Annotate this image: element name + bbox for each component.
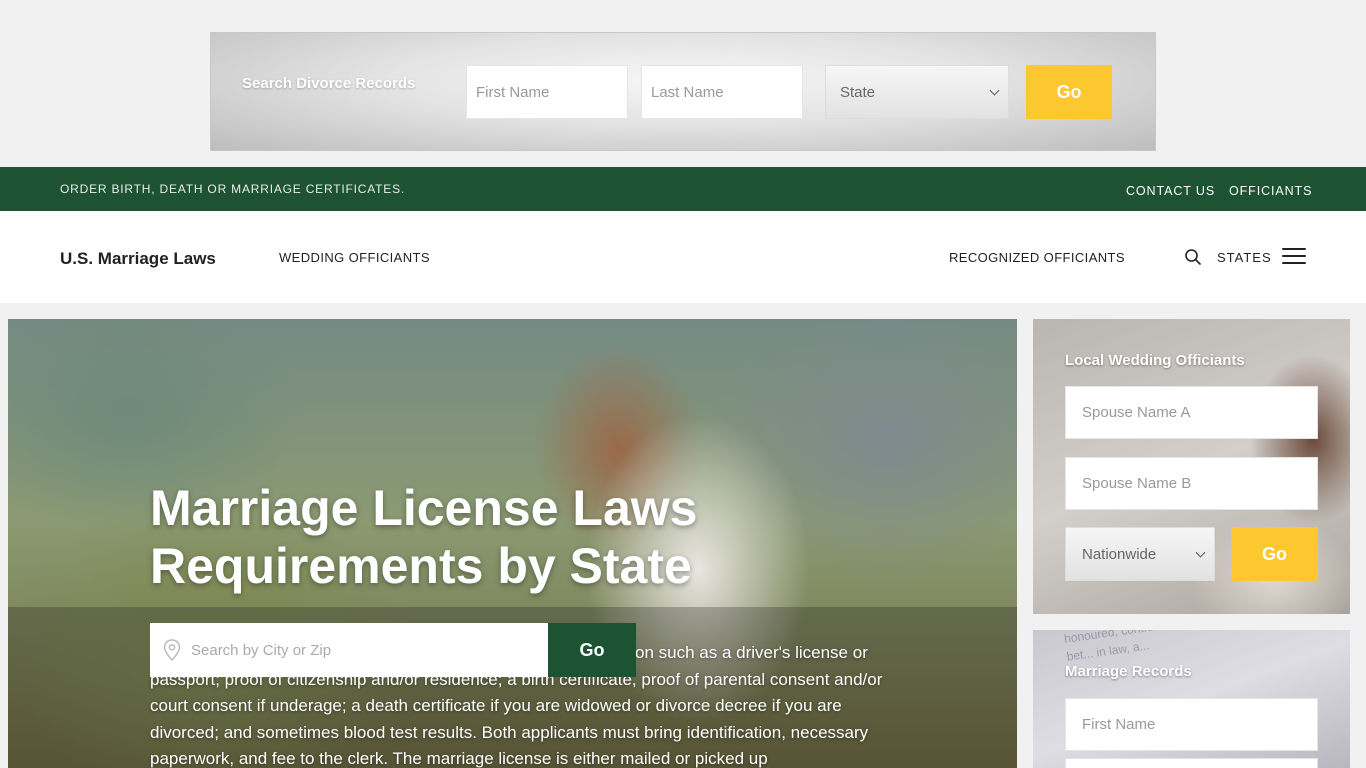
officiants-go-button[interactable]: Go (1231, 527, 1318, 581)
certificates-promo-link[interactable]: ORDER BIRTH, DEATH OR MARRIAGE CERTIFICA… (60, 182, 405, 196)
hero-title: Marriage License Laws Requirements by St… (150, 479, 750, 595)
divorce-search-banner: Search Divorce Records First Name Last N… (210, 32, 1156, 151)
nav-states[interactable]: STATES (1217, 250, 1272, 265)
top-utility-bar: ORDER BIRTH, DEATH OR MARRIAGE CERTIFICA… (0, 167, 1366, 211)
divorce-search-label: Search Divorce Records (242, 75, 416, 92)
nav-wedding-officiants[interactable]: WEDDING OFFICIANTS (279, 250, 430, 265)
location-value: Nationwide (1082, 545, 1157, 563)
main-nav: U.S. Marriage Laws WEDDING OFFICIANTS RE… (0, 211, 1366, 303)
chevron-down-icon (989, 85, 1000, 96)
officiants-card-title: Local Wedding Officiants (1065, 352, 1245, 369)
divorce-first-name-input[interactable]: First Name (466, 65, 628, 119)
records-background-text: honoured, contract is required to ... is… (1063, 630, 1338, 664)
marriage-records-card: honoured, contract is required to ... is… (1033, 630, 1350, 768)
map-pin-icon (163, 639, 181, 661)
hero-section: Marriage License Laws Requirements by St… (8, 319, 1017, 768)
city-zip-search-input[interactable]: Search by City or Zip (150, 623, 548, 677)
spouse-b-input[interactable]: Spouse Name B (1065, 457, 1318, 510)
location-select[interactable]: Nationwide (1065, 527, 1215, 581)
spouse-a-input[interactable]: Spouse Name A (1065, 386, 1318, 439)
search-icon[interactable] (1185, 249, 1201, 265)
contact-us-link[interactable]: CONTACT US (1126, 184, 1215, 198)
records-next-input[interactable] (1065, 758, 1318, 768)
nav-recognized-officiants[interactable]: RECOGNIZED OFFICIANTS (949, 250, 1125, 265)
officiants-search-card: Local Wedding Officiants Spouse Name A S… (1033, 319, 1350, 614)
city-search-go-button[interactable]: Go (548, 623, 636, 677)
records-first-name-input[interactable]: First Name (1065, 698, 1318, 751)
divorce-state-select[interactable]: State (825, 65, 1009, 119)
officiants-link[interactable]: OFFICIANTS (1229, 184, 1312, 198)
site-logo[interactable]: U.S. Marriage Laws (60, 249, 216, 269)
divorce-go-button[interactable]: Go (1026, 65, 1112, 119)
records-card-title: Marriage Records (1065, 663, 1192, 680)
hero-title-line1: Marriage License Laws (150, 480, 698, 536)
divorce-last-name-input[interactable]: Last Name (641, 65, 803, 119)
divorce-state-value: State (840, 83, 876, 101)
hero-title-line2: Requirements by State (150, 538, 692, 594)
hamburger-menu-icon[interactable] (1282, 248, 1306, 266)
chevron-down-icon (1195, 547, 1206, 558)
